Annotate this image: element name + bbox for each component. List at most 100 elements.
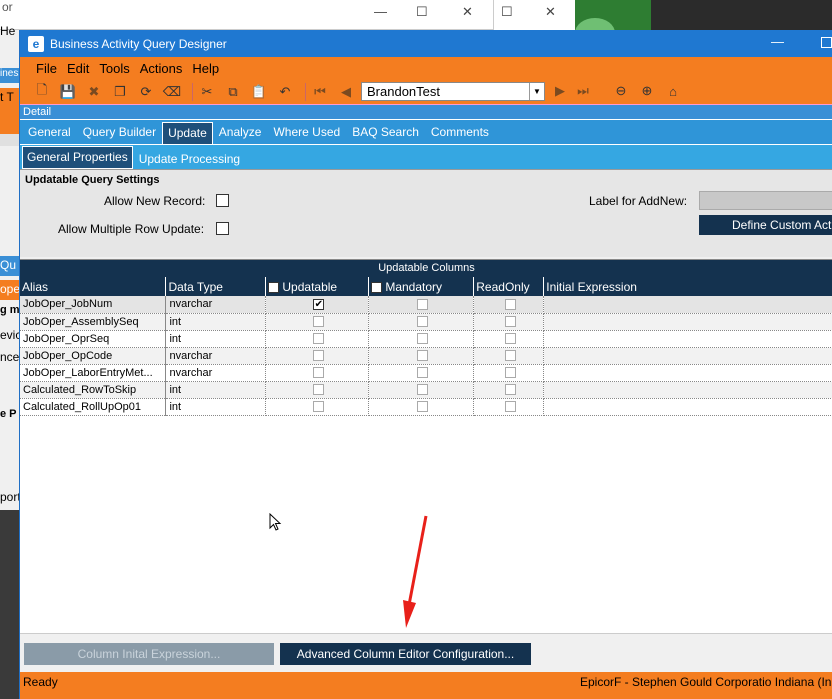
next-record-icon[interactable]: ▶ (550, 82, 570, 100)
mandatory-cell[interactable] (368, 296, 475, 314)
readonly-checkbox[interactable] (504, 316, 516, 328)
updatable-cell[interactable] (265, 330, 370, 348)
updatable-checkbox[interactable]: ✔ (313, 298, 325, 310)
updatable-checkbox[interactable] (313, 350, 325, 362)
tab-general-properties[interactable]: General Properties (22, 146, 133, 169)
menu-tools[interactable]: Tools (99, 61, 129, 76)
home-icon[interactable]: ⌂ (663, 82, 683, 100)
allow-multiple-row-checkbox[interactable] (216, 222, 229, 235)
clear-icon[interactable]: ⌫ (162, 83, 182, 101)
advanced-column-editor-button[interactable]: Advanced Column Editor Configuration... (280, 643, 531, 665)
chevron-down-icon[interactable]: ▼ (529, 83, 544, 100)
table-row[interactable]: Calculated_RollUpOp01 int (20, 398, 832, 416)
updatable-cell[interactable] (265, 313, 370, 331)
forward-icon[interactable]: ⊕ (637, 82, 657, 100)
first-record-icon[interactable]: ⏮ (310, 83, 330, 101)
menu-actions[interactable]: Actions (140, 61, 183, 76)
col-header-data-type[interactable]: Data Type (165, 277, 267, 296)
cut-icon[interactable]: ✂ (197, 83, 217, 101)
updatable-cell[interactable] (265, 364, 370, 382)
tab-baq-search[interactable]: BAQ Search (346, 125, 425, 144)
new-icon[interactable]: 🗋 (32, 82, 52, 101)
label-for-addnew-field[interactable] (699, 191, 832, 210)
tab-analyze[interactable]: Analyze (213, 125, 268, 144)
readonly-cell[interactable] (473, 313, 545, 331)
updatable-all-checkbox[interactable] (268, 281, 280, 293)
maximize-icon[interactable]: ☐ (501, 4, 513, 20)
data-type-cell[interactable]: int (165, 330, 267, 348)
initial-expression-cell[interactable] (543, 313, 832, 331)
menu-help[interactable]: Help (192, 61, 219, 76)
last-record-icon[interactable]: ⏭ (573, 82, 593, 100)
tab-update-processing[interactable]: Update Processing (133, 152, 246, 169)
copy-clipboard-icon[interactable]: ⧉ (223, 83, 243, 101)
table-row[interactable]: Calculated_RowToSkip int (20, 381, 832, 399)
back-icon[interactable]: ⊖ (611, 82, 631, 100)
readonly-checkbox[interactable] (504, 401, 516, 413)
readonly-cell[interactable] (473, 381, 545, 399)
readonly-checkbox[interactable] (504, 367, 516, 379)
minimize-icon[interactable]: — (771, 34, 784, 49)
readonly-checkbox[interactable] (504, 333, 516, 345)
mandatory-cell[interactable] (368, 381, 475, 399)
data-type-cell[interactable]: int (165, 381, 267, 399)
mandatory-cell[interactable] (368, 330, 475, 348)
col-header-alias[interactable]: Alias (20, 277, 167, 296)
alias-cell[interactable]: JobOper_OpCode (20, 347, 167, 365)
updatable-checkbox[interactable] (313, 367, 325, 379)
tab-comments[interactable]: Comments (425, 125, 495, 144)
maximize-icon[interactable]: ☐ (416, 4, 428, 20)
updatable-cell[interactable]: ✔ (265, 296, 370, 314)
data-type-cell[interactable]: int (165, 313, 267, 331)
data-type-cell[interactable]: nvarchar (165, 296, 267, 314)
alias-cell[interactable]: Calculated_RowToSkip (20, 381, 167, 399)
table-row[interactable]: JobOper_OprSeq int (20, 330, 832, 348)
menu-edit[interactable]: Edit (67, 61, 89, 76)
delete-icon[interactable]: ✖ (84, 83, 104, 101)
mandatory-checkbox[interactable] (417, 298, 429, 310)
updatable-checkbox[interactable] (313, 316, 325, 328)
data-type-cell[interactable]: int (165, 398, 267, 416)
save-icon[interactable]: 💾 (58, 83, 78, 101)
table-row[interactable]: JobOper_AssemblySeq int (20, 313, 832, 331)
updatable-checkbox[interactable] (313, 333, 325, 345)
mandatory-checkbox[interactable] (417, 350, 429, 362)
initial-expression-cell[interactable] (543, 330, 832, 348)
alias-cell[interactable]: Calculated_RollUpOp01 (20, 398, 167, 416)
updatable-cell[interactable] (265, 381, 370, 399)
minimize-icon[interactable]: — (374, 4, 387, 19)
maximize-icon[interactable] (821, 37, 832, 48)
tab-where-used[interactable]: Where Used (267, 125, 346, 144)
mandatory-cell[interactable] (368, 398, 475, 416)
alias-cell[interactable]: JobOper_AssemblySeq (20, 313, 167, 331)
tab-update[interactable]: Update (162, 122, 213, 144)
mandatory-cell[interactable] (368, 347, 475, 365)
readonly-cell[interactable] (473, 398, 545, 416)
updatable-checkbox[interactable] (313, 384, 325, 396)
data-type-cell[interactable]: nvarchar (165, 347, 267, 365)
mandatory-all-checkbox[interactable] (371, 281, 383, 293)
initial-expression-cell[interactable] (543, 381, 832, 399)
undo-icon[interactable]: ↶ (275, 83, 295, 101)
col-header-readonly[interactable]: ReadOnly (473, 277, 545, 296)
allow-new-record-checkbox[interactable] (216, 194, 229, 207)
define-custom-action-button[interactable]: Define Custom Actio (699, 215, 832, 235)
paste-icon[interactable]: 📋 (249, 83, 269, 101)
readonly-cell[interactable] (473, 364, 545, 382)
table-row[interactable]: JobOper_LaborEntryMet... nvarchar (20, 364, 832, 382)
readonly-checkbox[interactable] (504, 350, 516, 362)
mandatory-checkbox[interactable] (417, 384, 429, 396)
readonly-cell[interactable] (473, 296, 545, 314)
col-header-mandatory[interactable]: Mandatory (368, 277, 475, 296)
copy-icon[interactable]: ❐ (110, 83, 130, 101)
initial-expression-cell[interactable] (543, 398, 832, 416)
table-row[interactable]: JobOper_JobNum nvarchar ✔ (20, 296, 832, 314)
query-id-combo[interactable]: BrandonTest ▼ (361, 82, 545, 101)
close-icon[interactable]: ✕ (462, 4, 473, 20)
initial-expression-cell[interactable] (543, 296, 832, 314)
menu-file[interactable]: File (36, 61, 57, 76)
col-header-initial-expression[interactable]: Initial Expression (543, 277, 832, 296)
mandatory-cell[interactable] (368, 364, 475, 382)
mandatory-cell[interactable] (368, 313, 475, 331)
updatable-checkbox[interactable] (313, 401, 325, 413)
